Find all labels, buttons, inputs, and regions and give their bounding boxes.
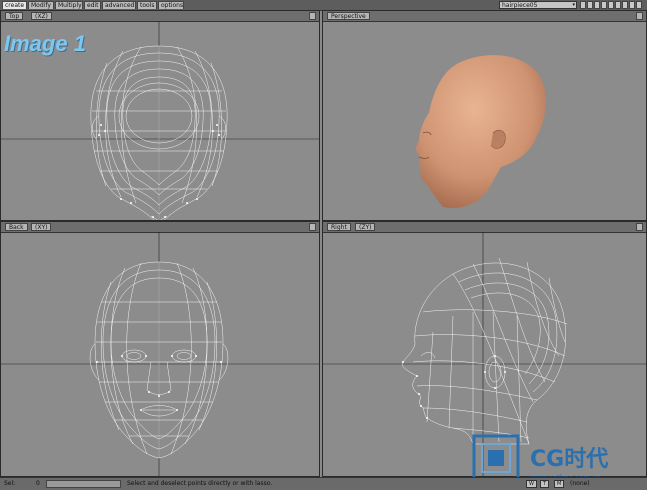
chevron-down-icon: ▾ [572, 2, 575, 8]
viewport-right-name[interactable]: Right [327, 223, 351, 231]
layer-button[interactable] [580, 1, 586, 9]
watermark-brand: CG时代 [530, 447, 608, 472]
back-view-wireframe [1, 232, 319, 476]
object-selector-value: hairpiece05 [502, 2, 538, 9]
viewport-top-axis[interactable]: (XZ) [31, 12, 52, 20]
numeric-field[interactable] [46, 480, 121, 488]
tab-create[interactable]: create [2, 1, 27, 9]
viewport-perspective[interactable]: Perspective [322, 10, 647, 221]
tab-tools[interactable]: tools [137, 1, 157, 9]
viewport-back-axis[interactable]: (XY) [31, 223, 52, 231]
layer-button[interactable] [636, 1, 642, 9]
t-button[interactable]: T [540, 480, 550, 488]
tab-modify[interactable]: Modify [28, 1, 54, 9]
perspective-head-render [416, 55, 546, 208]
tab-advanced[interactable]: advanced [102, 1, 136, 9]
status-bar: Sel: 0 Select and deselect points direct… [0, 477, 647, 490]
layer-button[interactable] [601, 1, 607, 9]
status-message: Select and deselect points directly or w… [127, 480, 273, 487]
w-button[interactable]: W [526, 480, 537, 488]
viewport-top-name[interactable]: Top [5, 12, 24, 20]
layer-button[interactable] [594, 1, 600, 9]
layer-button[interactable] [608, 1, 614, 9]
overlay-title: Image 1 [4, 31, 86, 56]
viewport-top[interactable]: Top (XZ) Image 1 [0, 10, 320, 221]
viewport-perspective-name[interactable]: Perspective [327, 12, 370, 20]
m-button[interactable]: M [554, 480, 565, 488]
viewport-right-axis[interactable]: (ZY) [355, 223, 376, 231]
viewport-maximize-icon[interactable] [309, 223, 316, 231]
tab-edit[interactable]: edit [84, 1, 101, 9]
layer-button[interactable] [615, 1, 621, 9]
object-selector[interactable]: hairpiece05 ▾ [499, 1, 577, 9]
layer-button[interactable] [629, 1, 635, 9]
tab-options[interactable]: options [158, 1, 184, 9]
viewport-maximize-icon[interactable] [309, 12, 316, 20]
viewport-back-name[interactable]: Back [5, 223, 28, 231]
layer-button[interactable] [587, 1, 593, 9]
viewport-back[interactable]: Back (XY) [0, 221, 320, 477]
surface-selector[interactable]: (none) [570, 480, 590, 487]
selection-count: 0 [36, 480, 40, 487]
tab-multiply[interactable]: Multiply [55, 1, 83, 9]
viewport-maximize-icon[interactable] [636, 12, 643, 20]
layer-button[interactable] [622, 1, 628, 9]
viewport-maximize-icon[interactable] [636, 223, 643, 231]
selection-label: Sel: [4, 480, 16, 487]
